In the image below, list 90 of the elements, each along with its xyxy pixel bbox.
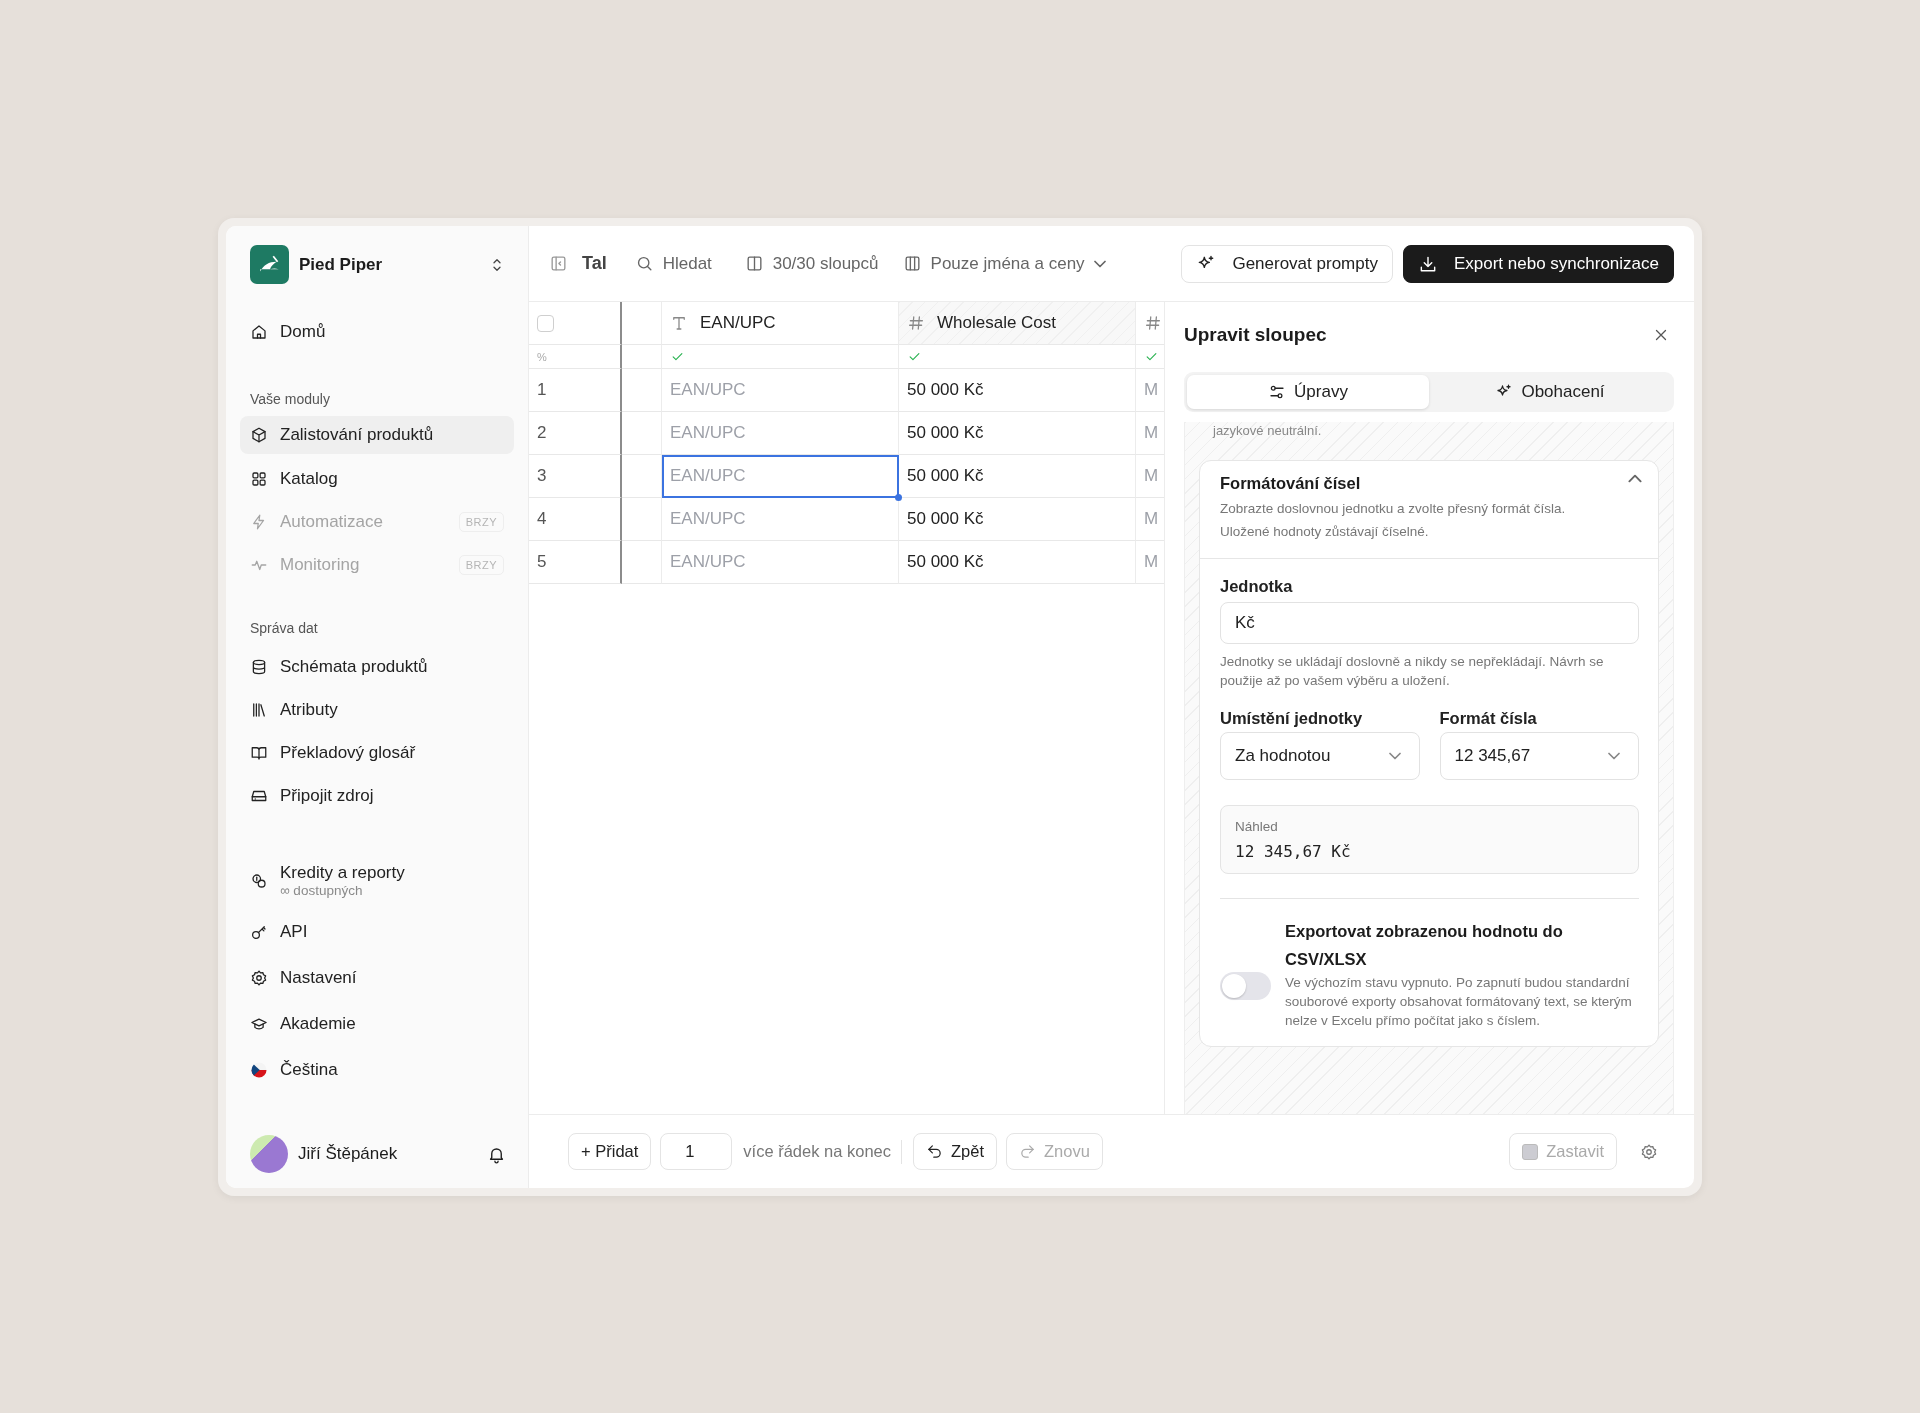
progress-label: % xyxy=(529,345,622,369)
chevron-down-icon xyxy=(1388,752,1401,760)
nav-item[interactable]: Nastavení xyxy=(240,955,514,1001)
table-cell[interactable] xyxy=(622,369,662,412)
workspace-name: Pied Piper xyxy=(299,254,384,275)
toggle[interactable] xyxy=(1220,971,1271,1000)
preview-value: 12 345,67 Kč xyxy=(1235,842,1352,861)
columns-icon xyxy=(902,254,922,273)
section-heading: Vaše moduly xyxy=(249,390,331,409)
undo-icon xyxy=(926,1143,943,1160)
select-field[interactable]: Za hodnotou xyxy=(1220,732,1420,780)
section-title: Formátování čísel xyxy=(1220,474,1362,493)
clipped-text: jazykové neutrální. xyxy=(1211,422,1323,440)
row-number: 5 xyxy=(529,541,622,584)
nav-label: Kredity a reporty xyxy=(280,863,405,883)
preview-label: Náhled xyxy=(1235,819,1279,834)
text-type-icon xyxy=(670,314,688,332)
table-cell[interactable]: 50 000 Kč xyxy=(899,498,1136,541)
select-field[interactable]: 12 345,67 xyxy=(1439,732,1639,780)
table-cell[interactable] xyxy=(622,412,662,455)
key-icon xyxy=(250,923,268,941)
database-icon xyxy=(250,657,268,676)
column-header[interactable]: Wholesale Cost xyxy=(899,302,1136,345)
nav-item[interactable]: Připojit zdroj xyxy=(240,774,514,817)
hash-icon xyxy=(907,314,925,332)
nav-item[interactable]: Katalog xyxy=(240,457,514,500)
nav-item[interactable]: API xyxy=(240,909,514,955)
undo-button[interactable]: Zpět xyxy=(913,1133,998,1170)
chevron-down-icon xyxy=(1093,259,1106,268)
row-count-field[interactable]: 1 xyxy=(660,1133,733,1170)
section-heading: Správa dat xyxy=(249,619,319,638)
package-icon xyxy=(250,426,268,444)
tab[interactable]: Úpravy xyxy=(1187,375,1429,409)
table-cell[interactable]: 50 000 Kč xyxy=(899,541,1136,584)
row-number: 1 xyxy=(529,369,622,412)
field-label: Jednotka xyxy=(1220,577,1294,596)
toggle-description: Ve výchozím stavu vypnuto. Po zapnutí budou standardní souborové exporty obsahovat formátovaný text, se kterým nelze v Excelu přímo počítat jako s číslem. xyxy=(1285,974,1633,1030)
soon-badge: BRZY xyxy=(458,554,504,575)
panel-title: Upravit sloupec xyxy=(1184,324,1327,346)
logo-icon xyxy=(250,245,289,284)
user-name: Jiří Štěpánek xyxy=(298,1144,399,1164)
coins-icon xyxy=(250,872,268,890)
section-description: Zobrazte doslovnou jednotku a zvolte přesný formát čísla. Uložené hodnoty zůstávají číselné. xyxy=(1220,500,1567,541)
flag-icon xyxy=(250,1061,268,1079)
settings-icon xyxy=(1640,1142,1658,1161)
row-number: 3 xyxy=(529,455,622,498)
table-cell[interactable] xyxy=(622,541,662,584)
table-title: Tal xyxy=(582,253,607,274)
columns-button[interactable]: 30/30 sloupců xyxy=(744,253,879,274)
nav-item[interactable]: Překladový glosář xyxy=(240,731,514,774)
nav-item[interactable]: Schémata produktů xyxy=(240,645,514,688)
fill-handle[interactable] xyxy=(895,494,902,501)
sliders-icon xyxy=(1268,383,1287,401)
tab[interactable]: Obohacení xyxy=(1429,375,1671,409)
row-number: 4 xyxy=(529,498,622,541)
nav-item[interactable]: Atributy xyxy=(240,688,514,731)
table-cell[interactable] xyxy=(622,498,662,541)
table-cell[interactable] xyxy=(622,455,662,498)
nav-item[interactable]: Akademie xyxy=(240,1001,514,1047)
table-cell[interactable]: 50 000 Kč xyxy=(899,369,1136,412)
nav-item[interactable]: Domů xyxy=(240,310,514,353)
field-label: Umístění jednotky xyxy=(1220,709,1364,728)
table-cell[interactable]: 50 000 Kč xyxy=(899,412,1136,455)
export-button[interactable]: Export nebo synchronizace xyxy=(1402,244,1674,283)
grid-icon xyxy=(250,469,268,488)
hash-icon xyxy=(1144,314,1162,332)
view-select[interactable]: Pouze jména a ceny xyxy=(902,253,1106,274)
add-button[interactable]: + Přidat xyxy=(568,1133,652,1170)
chevron-down-icon xyxy=(1608,752,1620,760)
avatar[interactable] xyxy=(250,1135,288,1173)
table-cell[interactable]: 50 000 Kč xyxy=(899,455,1136,498)
nav-item[interactable]: Kredity a reporty ∞ dostupných xyxy=(240,853,514,909)
search-field[interactable]: Hledat xyxy=(634,253,719,274)
field-hint: Jednotky se ukládají doslovně a nikdy se nepřekládají. Návrh se použije až po vašem výběru a uložení. xyxy=(1220,653,1605,690)
nav-sublabel: ∞ dostupných xyxy=(280,883,364,899)
nav-item[interactable]: Zalistování produktů xyxy=(240,416,514,454)
add-rows-label: více řádek na konec xyxy=(743,1142,891,1161)
nav-item[interactable]: Čeština xyxy=(240,1047,514,1093)
select-all-checkbox[interactable] xyxy=(537,314,554,332)
field-label: Formát čísla xyxy=(1439,709,1538,728)
toggle-label: Exportovat zobrazenou hodnotu do CSV/XLSX xyxy=(1285,921,1564,970)
settings-icon xyxy=(250,969,268,987)
soon-badge: BRZY xyxy=(458,511,504,532)
generate-button[interactable]: Generovat prompty xyxy=(1181,244,1393,283)
redo-icon xyxy=(1019,1143,1037,1160)
row-number: 2 xyxy=(529,412,622,455)
unit-field[interactable]: Kč xyxy=(1220,602,1639,644)
books-icon xyxy=(250,700,268,719)
sidebar-toggle-icon xyxy=(549,254,568,273)
columns-icon xyxy=(744,254,764,273)
